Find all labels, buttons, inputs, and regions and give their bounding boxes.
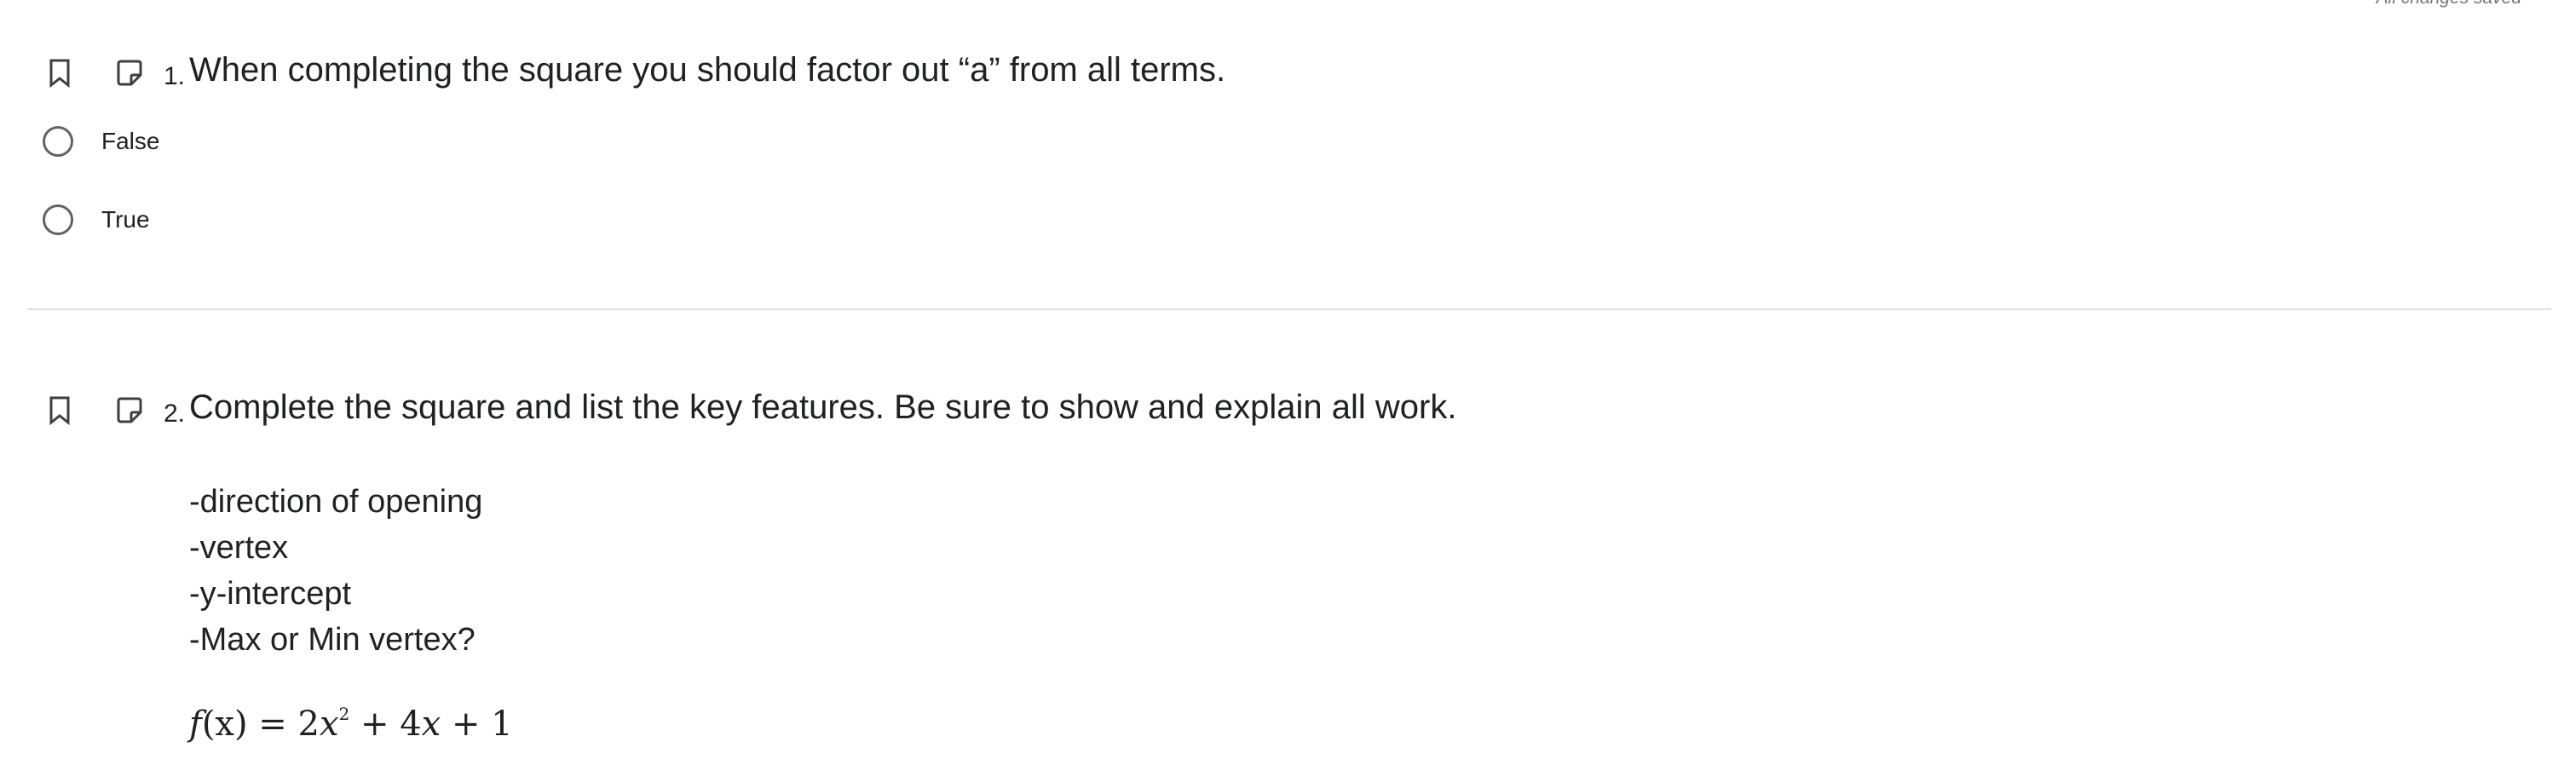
- quadratic-formula: f(x) = 2x2 + 4x + 1: [189, 704, 513, 744]
- question-2: 2. Complete the square and list the key …: [0, 388, 2576, 744]
- note-icon[interactable]: [112, 56, 147, 90]
- formula-variable: x: [320, 705, 339, 744]
- formula-exponent: 2: [338, 704, 350, 724]
- question-number: 1.: [164, 62, 186, 90]
- formula-term: + 4: [349, 705, 422, 744]
- bookmark-icon[interactable]: [43, 56, 77, 90]
- question-header: 2. Complete the square and list the key …: [0, 388, 2576, 431]
- note-icon[interactable]: [112, 394, 147, 428]
- question-header: 1. When completing the square you should…: [0, 51, 2576, 94]
- question-1: 1. When completing the square you should…: [0, 51, 2576, 235]
- choice-label: False: [101, 128, 160, 154]
- choice-label: True: [101, 206, 150, 233]
- choice-true[interactable]: True: [43, 201, 150, 239]
- formula-function-name: f: [189, 705, 202, 744]
- question-text: When completing the square you should fa…: [189, 51, 1226, 89]
- question-text: Complete the square and list the key fea…: [189, 388, 1457, 426]
- feature-item: -vertex: [189, 530, 289, 566]
- radio-button[interactable]: [43, 126, 73, 157]
- formula-equals: = 2: [247, 705, 320, 744]
- key-features-list: -direction of opening -vertex -y-interce…: [189, 479, 482, 663]
- feature-item: -direction of opening: [189, 484, 483, 520]
- feature-item: -Max or Min vertex?: [189, 622, 475, 658]
- question-divider: [27, 308, 2551, 310]
- question-number: 2.: [164, 400, 186, 428]
- save-status: All changes saved: [2377, 0, 2521, 9]
- feature-item: -y-intercept: [189, 576, 352, 612]
- choice-false[interactable]: False: [43, 123, 159, 160]
- formula-argument: (x): [201, 705, 248, 744]
- formula-variable: x: [421, 705, 441, 744]
- radio-button[interactable]: [43, 204, 73, 235]
- formula-term: + 1: [441, 705, 513, 744]
- bookmark-icon[interactable]: [43, 394, 77, 428]
